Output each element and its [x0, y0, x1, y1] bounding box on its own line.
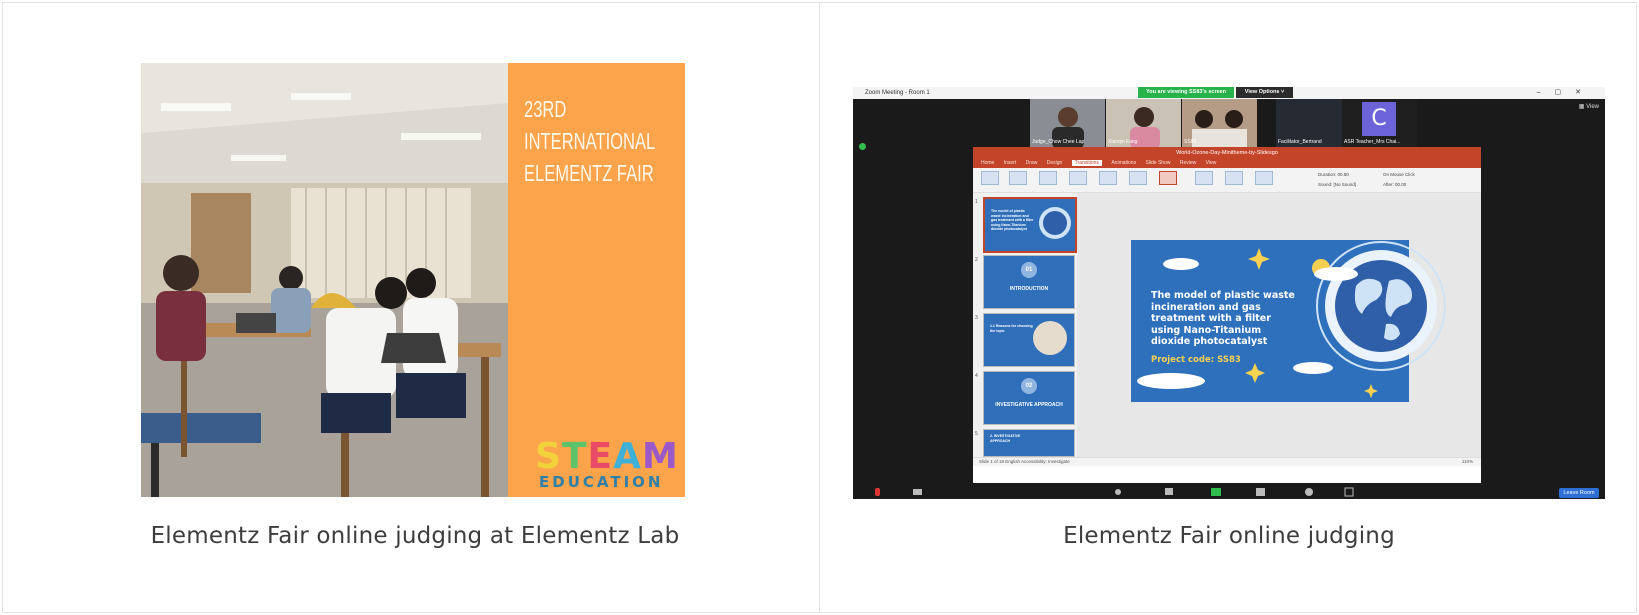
transition-icon[interactable]: [981, 171, 999, 185]
slide-thumbnail-text: INTRODUCTION: [1009, 286, 1049, 292]
slide-thumbnail[interactable]: 01 INTRODUCTION: [983, 255, 1075, 309]
participant-name: SS83: [1184, 139, 1197, 145]
section-number: 01: [1021, 262, 1037, 278]
ppt-status-text: Slide 1 of 18 English Accessibility: Inv…: [979, 459, 1070, 464]
transition-icon[interactable]: [1009, 171, 1027, 185]
slide-thumbnail-text: INVESTIGATIVE APPROACH: [995, 402, 1063, 408]
fair-title-line: ELEMENTZ FAIR: [524, 160, 654, 186]
zoom-level: 110%: [1461, 459, 1473, 464]
ppt-tab-active[interactable]: Transitions: [1071, 160, 1102, 166]
card-caption: Elementz Fair online judging: [1063, 523, 1395, 549]
transition-icon[interactable]: [1255, 171, 1273, 185]
on-mouse-click-checkbox[interactable]: On Mouse Click: [1383, 172, 1415, 177]
zoom-control-bar: Leave Room: [853, 484, 1605, 499]
participant-avatar: C: [1362, 102, 1396, 136]
slide-index: 5: [975, 431, 978, 437]
participant-video: Xiaoqin Fang: [1106, 99, 1181, 147]
leave-room-button[interactable]: Leave Room: [1559, 488, 1599, 498]
window-controls-icon: –▢✕: [1536, 89, 1595, 96]
participant-video: C ASR Teacher_Mrs Chai...: [1342, 99, 1417, 147]
gallery-card-zoom[interactable]: Zoom Meeting - Room 1 –▢✕ You are viewin…: [819, 3, 1636, 612]
ppt-tab[interactable]: Draw: [1026, 160, 1038, 166]
transition-icon[interactable]: [1159, 171, 1177, 185]
participant-name: ASR Teacher_Mrs Chai...: [1344, 139, 1401, 145]
slide-thumbnail[interactable]: The model of plastic waste incineration …: [983, 197, 1077, 253]
transition-icon[interactable]: [1225, 171, 1243, 185]
steam-logo-subtitle: EDUCATION: [539, 473, 664, 491]
zoom-screenshot[interactable]: Zoom Meeting - Room 1 –▢✕ You are viewin…: [853, 87, 1605, 499]
transition-icon[interactable]: [1195, 171, 1213, 185]
ppt-tab[interactable]: Design: [1047, 160, 1063, 166]
meeting-controls-icons: [875, 487, 1354, 497]
classroom-scene: [141, 63, 508, 497]
globe-icon: [1039, 207, 1071, 239]
slide-thumbnail[interactable]: 02 INVESTIGATIVE APPROACH: [983, 371, 1075, 425]
steam-logo: STEAM: [535, 436, 679, 477]
slide-thumbnail[interactable]: 1.1 Reasons for choosing the topic: [983, 313, 1075, 367]
participant-name: Xiaoqin Fang: [1108, 139, 1138, 145]
slide-thumbnail-text: 2. INVESTIGATIVE APPROACH: [990, 434, 1021, 443]
image-gallery: 23RD INTERNATIONAL ELEMENTZ FAIR STEAM E…: [2, 2, 1637, 613]
slide-title: The model of plastic waste incineration …: [1151, 290, 1295, 347]
fair-title: 23RD INTERNATIONAL ELEMENTZ FAIR: [524, 93, 685, 189]
after-field[interactable]: After: 00.00: [1383, 182, 1406, 187]
sound-field[interactable]: Sound: [No Sound]: [1318, 182, 1356, 187]
fair-title-line: 23RD: [524, 96, 567, 122]
participant-name: Facilitator_Bertrand: [1278, 139, 1322, 145]
fair-poster-panel: 23RD INTERNATIONAL ELEMENTZ FAIR STEAM E…: [508, 63, 685, 497]
duration-field[interactable]: Duration: 00.50: [1318, 172, 1349, 177]
ppt-tab[interactable]: Slide Show: [1145, 160, 1170, 166]
screen-share-banner: You are viewing SS83's screen: [1138, 87, 1235, 98]
lab-photo[interactable]: 23RD INTERNATIONAL ELEMENTZ FAIR STEAM E…: [141, 63, 685, 497]
transition-icon[interactable]: [1039, 171, 1057, 185]
card-caption: Elementz Fair online judging at Elementz…: [150, 523, 680, 549]
view-button-label: View: [1586, 104, 1599, 110]
ppt-tab[interactable]: Insert: [1004, 160, 1017, 166]
slide-index: 2: [975, 257, 978, 263]
view-options-button[interactable]: View Options ˅: [1236, 87, 1293, 98]
slide-index: 3: [975, 315, 978, 321]
section-number: 02: [1021, 378, 1037, 394]
participant-video: Facilitator_Bertrand: [1276, 99, 1351, 147]
ppt-tab[interactable]: View: [1206, 160, 1217, 166]
slide-index: 4: [975, 373, 978, 379]
shield-icon: [859, 143, 866, 150]
zoom-window-title: Zoom Meeting - Room 1: [865, 90, 930, 96]
ppt-doc-title: World-Ozone-Day-Minitheme-by-Slidesgo: [1176, 150, 1278, 156]
fair-title-line: INTERNATIONAL: [524, 128, 656, 154]
slide-thumbnails-pane: 1 The model of plastic waste incineratio…: [973, 193, 1077, 457]
ppt-tab[interactable]: Home: [981, 160, 994, 166]
project-code: Project code: SS83: [1151, 355, 1241, 365]
ppt-status-bar: Slide 1 of 18 English Accessibility: Inv…: [973, 457, 1481, 466]
slide-canvas[interactable]: The model of plastic waste incineration …: [1077, 193, 1481, 457]
gallery-card-lab[interactable]: 23RD INTERNATIONAL ELEMENTZ FAIR STEAM E…: [3, 3, 819, 612]
main-slide[interactable]: The model of plastic waste incineration …: [1131, 240, 1446, 402]
transition-icon[interactable]: [1099, 171, 1117, 185]
transition-icon[interactable]: [1129, 171, 1147, 185]
ppt-title-bar: World-Ozone-Day-Minitheme-by-Slidesgo: [973, 147, 1481, 159]
participant-video: Judge_Chow Chee Lap: [1030, 99, 1105, 147]
ppt-tab[interactable]: Review: [1180, 160, 1196, 166]
participant-name: Judge_Chow Chee Lap: [1032, 139, 1085, 145]
view-button[interactable]: ▦ View: [1579, 103, 1599, 110]
ppt-tab[interactable]: Animations: [1111, 160, 1136, 166]
slide-index: 1: [975, 199, 978, 205]
ppt-ribbon-tabs: Home Insert Draw Design Transitions Anim…: [973, 159, 1481, 168]
slide-thumbnail[interactable]: 2. INVESTIGATIVE APPROACH: [983, 429, 1075, 457]
powerpoint-window[interactable]: World-Ozone-Day-Minitheme-by-Slidesgo Ho…: [973, 147, 1481, 483]
transition-icon[interactable]: [1069, 171, 1087, 185]
participant-video: SS83: [1182, 99, 1257, 147]
photo-icon: [1033, 321, 1067, 355]
transitions-ribbon: Duration: 00.50 Sound: [No Sound] On Mou…: [973, 168, 1481, 193]
